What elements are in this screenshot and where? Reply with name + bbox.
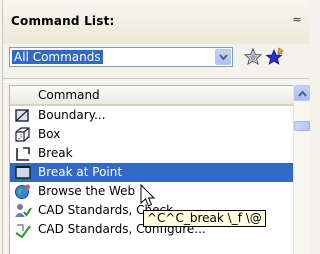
list-item-label: Boundary... — [38, 108, 106, 122]
divider — [3, 78, 309, 82]
list-item-label: Break — [38, 146, 73, 160]
star-icon[interactable] — [243, 47, 263, 67]
column-header-command[interactable]: Command — [10, 86, 294, 106]
column-header-label: Command — [38, 88, 100, 102]
list-item-selected[interactable]: Break at Point — [10, 163, 294, 182]
list-item-label: Break at Point — [38, 165, 123, 179]
mouse-cursor-icon — [140, 184, 156, 207]
command-list: Command Boundary... Box Break Break at P… — [9, 85, 295, 254]
command-filter-dropdown[interactable]: All Commands — [9, 47, 233, 67]
list-item-label: Browse the Web — [38, 184, 136, 198]
command-macro-tooltip: ^C^C_break \_f \@ — [143, 210, 266, 227]
cad-standards-check-icon — [14, 202, 32, 219]
star-pin-icon[interactable] — [265, 47, 285, 67]
list-item[interactable]: Boundary... — [10, 106, 294, 125]
break-icon — [14, 145, 32, 162]
panel-header: Command List: ≈ — [3, 0, 309, 44]
boundary-icon — [14, 107, 32, 124]
list-item[interactable]: Break — [10, 144, 294, 163]
chevron-down-icon[interactable] — [215, 49, 231, 65]
collapse-button[interactable]: ≈ — [289, 12, 305, 28]
break-at-point-icon — [14, 164, 32, 181]
list-item[interactable]: Box — [10, 125, 294, 144]
list-scrollbar[interactable] — [293, 85, 310, 254]
list-item-label: Box — [38, 127, 61, 141]
scrollbar-thumb[interactable] — [294, 121, 310, 131]
filter-row: All Commands — [9, 47, 301, 71]
panel-title: Command List: — [11, 14, 115, 28]
command-filter-value: All Commands — [11, 49, 104, 65]
box-icon — [14, 126, 32, 143]
browse-web-icon — [14, 183, 32, 200]
scroll-up-icon[interactable] — [294, 85, 310, 101]
cad-standards-configure-icon — [14, 221, 32, 239]
